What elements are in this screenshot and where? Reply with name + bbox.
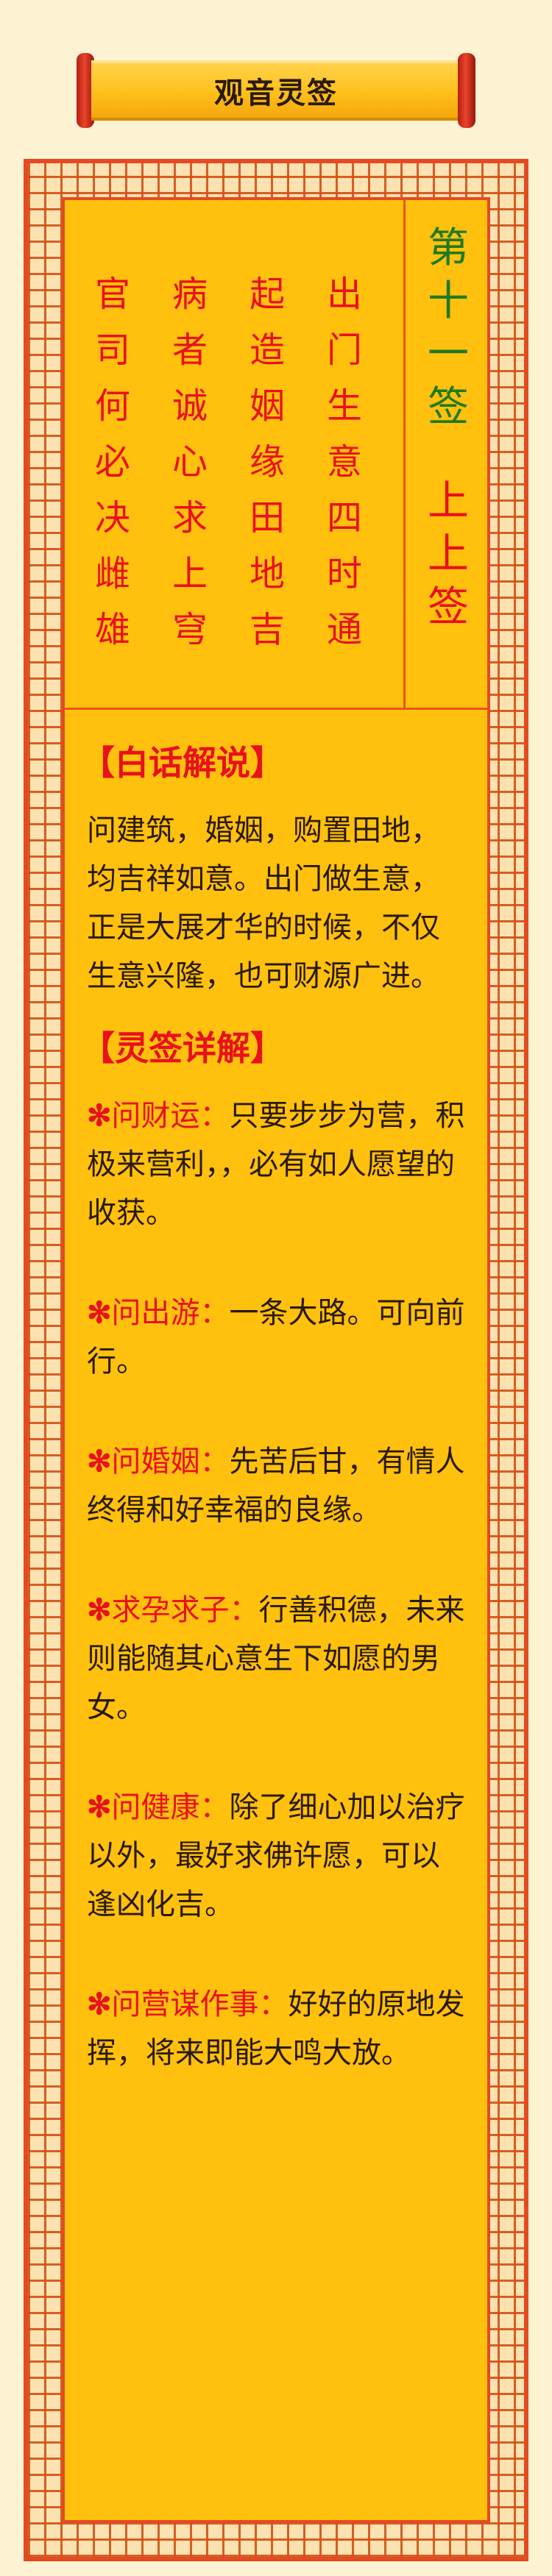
poem-char: 何 — [94, 385, 130, 427]
detail-label: 求孕求子： — [111, 1593, 259, 1627]
poem-char: 病 — [171, 274, 208, 315]
asterisk-icon: ✻ — [87, 1790, 112, 1824]
page-title: 观音灵签 — [214, 77, 338, 110]
asterisk-icon: ✻ — [87, 1444, 112, 1479]
poem-char: 必 — [94, 441, 130, 483]
sign-char: 十 — [428, 277, 469, 325]
poem-char: 生 — [326, 385, 362, 427]
sign-char: 第 — [428, 224, 469, 272]
detail-list: ✻问财运：只要步步为营，积极来营利，，必有如人愿望的收获。 ✻问出游：一条大路。可… — [87, 1092, 465, 2077]
detail-label: 问营谋作事： — [111, 1988, 289, 2021]
poem-char: 决 — [94, 497, 130, 538]
poem-char: 田 — [249, 497, 285, 538]
poem-column-2: 起造姻缘田地吉 — [245, 266, 289, 658]
poem-char: 诚 — [171, 385, 208, 427]
vertical-divider — [403, 200, 406, 708]
poem-char: 穹 — [171, 609, 208, 650]
poem-char: 通 — [326, 609, 362, 650]
poem-char: 上 — [171, 553, 208, 594]
poem-section: 出门生意四时通 起造姻缘田地吉 病者诚心求上穹 官司何必决雌雄 — [65, 200, 403, 708]
poem-char: 吉 — [249, 609, 285, 650]
decorative-frame: 出门生意四时通 起造姻缘田地吉 病者诚心求上穹 官司何必决雌雄 第十一签 上上签… — [24, 159, 528, 2561]
detail-label: 问出游： — [111, 1296, 230, 1330]
sign-number: 第十一签 — [415, 222, 481, 434]
content-panel: 出门生意四时通 起造姻缘田地吉 病者诚心求上穹 官司何必决雌雄 第十一签 上上签… — [65, 200, 487, 2520]
sign-char: 签 — [428, 583, 469, 631]
asterisk-icon: ✻ — [87, 1295, 112, 1330]
explanation-section: 【白话解说】 问建筑，婚姻，购置田地，均吉祥如意。出门做生意，正是大展才华的时候… — [81, 737, 465, 2129]
poem-char: 地 — [249, 553, 285, 594]
poem-column-3: 病者诚心求上穹 — [168, 266, 212, 658]
poem-column-4: 官司何必决雌雄 — [91, 266, 135, 658]
detail-item: ✻问出游：一条大路。可向前行。 — [87, 1289, 465, 1386]
asterisk-icon: ✻ — [87, 1098, 112, 1133]
poem-char: 出 — [326, 274, 362, 315]
scroll-roll-right — [458, 53, 475, 128]
detail-item: ✻求孕求子：行善积德，未来则能随其心意生下如愿的男女。 — [87, 1586, 465, 1732]
poem-char: 意 — [326, 441, 362, 483]
title-banner: 观音灵签 — [91, 60, 461, 121]
detail-item: ✻问婚姻：先苦后甘，有情人终得和好幸福的良缘。 — [87, 1437, 465, 1534]
poem-char: 者 — [171, 330, 208, 371]
sign-char: 一 — [428, 330, 469, 378]
poem-column-1: 出门生意四时通 — [322, 266, 367, 658]
detail-item: ✻问营谋作事：好好的原地发挥，将来即能大鸣大放。 — [87, 1980, 465, 2077]
poem-char: 四 — [326, 497, 362, 538]
sign-char: 上 — [428, 477, 469, 525]
poem-char: 求 — [171, 497, 208, 538]
asterisk-icon: ✻ — [87, 1593, 112, 1627]
detail-label: 问财运： — [111, 1099, 230, 1133]
asterisk-icon: ✻ — [87, 1987, 112, 2021]
poem-char: 雄 — [94, 609, 130, 650]
poem-char: 起 — [249, 274, 285, 315]
poem-char: 门 — [326, 330, 362, 371]
horizontal-divider — [65, 708, 487, 710]
title-scroll: 观音灵签 — [77, 53, 475, 128]
detail-label: 问健康： — [111, 1790, 230, 1824]
sign-rank: 上上签 — [415, 475, 481, 634]
details-heading: 【灵签详解】 — [81, 1028, 284, 1068]
poem-char: 造 — [249, 330, 285, 371]
sign-column: 第十一签 上上签 — [415, 222, 481, 634]
poem-char: 心 — [171, 441, 208, 483]
poem-char: 缘 — [249, 441, 285, 483]
sign-char: 签 — [428, 383, 469, 431]
plain-heading: 【白话解说】 — [81, 743, 284, 783]
detail-item: ✻问健康：除了细心加以治疗以外，最好求佛许愿，可以逢凶化吉。 — [87, 1783, 465, 1929]
inner-border: 出门生意四时通 起造姻缘田地吉 病者诚心求上穹 官司何必决雌雄 第十一签 上上签… — [62, 197, 490, 2523]
poem-char: 官 — [94, 274, 130, 315]
poem-char: 雌 — [94, 553, 130, 594]
detail-label: 问婚姻： — [111, 1445, 230, 1479]
sign-char: 上 — [428, 530, 469, 578]
poem-char: 姻 — [249, 385, 285, 427]
detail-item: ✻问财运：只要步步为营，积极来营利，，必有如人愿望的收获。 — [87, 1092, 465, 1237]
poem-char: 司 — [94, 330, 130, 371]
poem-char: 时 — [326, 553, 362, 594]
plain-text: 问建筑，婚姻，购置田地，均吉祥如意。出门做生意，正是大展才华的时候，不仅生意兴隆… — [87, 814, 440, 993]
